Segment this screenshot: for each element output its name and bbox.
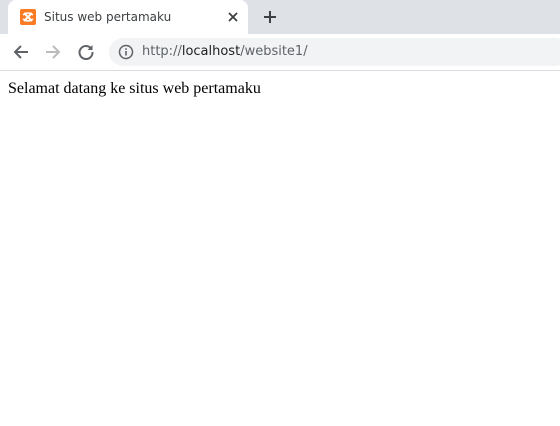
url-host: localhost xyxy=(181,44,241,59)
info-icon[interactable] xyxy=(118,44,134,60)
tab-strip: Situs web pertamaku xyxy=(0,0,560,34)
url-text[interactable]: http://localhost/website1/ xyxy=(142,44,308,59)
close-tab-icon[interactable] xyxy=(224,8,242,26)
tab-title: Situs web pertamaku xyxy=(44,10,172,24)
welcome-text: Selamat datang ke situs web pertamaku xyxy=(8,80,261,97)
new-tab-icon[interactable] xyxy=(259,6,281,28)
forward-button[interactable] xyxy=(43,42,63,62)
arrow-left-icon xyxy=(13,45,28,59)
browser-window: Situs web pertamaku http://localhost/web… xyxy=(0,0,560,426)
url-path: /website1/ xyxy=(240,44,308,59)
reload-icon xyxy=(78,45,94,60)
active-tab[interactable]: Situs web pertamaku xyxy=(8,0,248,34)
page-content: Selamat datang ke situs web pertamaku xyxy=(0,71,560,426)
arrow-right-icon xyxy=(46,45,61,59)
back-button[interactable] xyxy=(11,42,31,62)
address-bar[interactable]: http://localhost/website1/ xyxy=(109,38,560,66)
xampp-logo-icon xyxy=(20,9,36,25)
reload-button[interactable] xyxy=(76,42,96,62)
url-scheme: http:// xyxy=(142,44,182,59)
browser-toolbar: http://localhost/website1/ xyxy=(0,34,560,71)
